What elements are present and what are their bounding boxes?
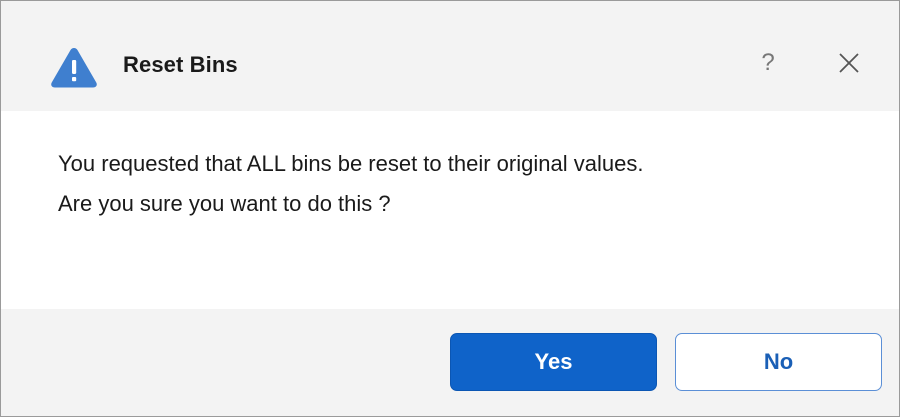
dialog-footer: Yes No: [1, 309, 899, 416]
dialog-message: You requested that ALL bins be reset to …: [58, 144, 643, 224]
reset-bins-dialog: Reset Bins ? You requested that ALL bins…: [0, 0, 900, 417]
message-line-2: Are you sure you want to do this ?: [58, 191, 391, 216]
dialog-titlebar: Reset Bins ?: [1, 1, 899, 111]
no-button[interactable]: No: [675, 333, 882, 391]
help-button[interactable]: ?: [751, 45, 785, 81]
warning-icon: [50, 46, 98, 88]
close-icon[interactable]: [833, 47, 865, 79]
message-line-1: You requested that ALL bins be reset to …: [58, 151, 644, 176]
yes-button[interactable]: Yes: [450, 333, 657, 391]
dialog-title: Reset Bins: [123, 52, 238, 77]
